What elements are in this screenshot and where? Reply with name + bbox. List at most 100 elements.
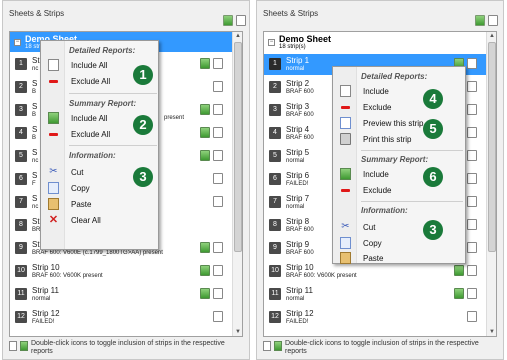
detail-include-icon[interactable] bbox=[467, 265, 477, 276]
strip-name: Strip 9 bbox=[286, 240, 310, 249]
detail-include-icon[interactable] bbox=[213, 58, 223, 69]
collapse-icon[interactable]: − bbox=[268, 39, 275, 46]
sheet-strip-count: 18 strip(s) bbox=[279, 44, 306, 50]
summary-include-icon[interactable] bbox=[200, 288, 210, 299]
detail-include-icon[interactable] bbox=[467, 127, 477, 138]
strip-result: normal bbox=[286, 158, 305, 164]
exclude-summary[interactable]: Exclude bbox=[335, 183, 460, 198]
detail-include-icon[interactable] bbox=[213, 150, 223, 161]
badge-2: 2 bbox=[133, 115, 153, 135]
paste-item[interactable]: Paste bbox=[335, 251, 460, 266]
detail-page-icon[interactable] bbox=[236, 15, 246, 26]
menu-detailed-title: Detailed Reports: bbox=[69, 46, 136, 55]
strip-number: 4 bbox=[269, 127, 281, 139]
menu-summary-title: Summary Report: bbox=[69, 99, 137, 108]
detail-include-icon[interactable] bbox=[467, 196, 477, 207]
detail-include-icon[interactable] bbox=[213, 288, 223, 299]
detail-include-icon[interactable] bbox=[467, 242, 477, 253]
strip-result: B bbox=[32, 112, 37, 118]
badge-5: 5 bbox=[423, 119, 443, 139]
strip-row[interactable]: 11 Strip 11 normal bbox=[264, 284, 487, 305]
strip-number: 7 bbox=[269, 196, 281, 208]
strip-row[interactable]: 10 Strip 10 BRAF 600: V600K present bbox=[10, 261, 233, 282]
strip-number: 3 bbox=[15, 104, 27, 116]
strip-name: S bbox=[32, 148, 38, 157]
strip-result: normal bbox=[32, 296, 51, 302]
badge-3: 3 bbox=[133, 167, 153, 187]
detail-include-icon[interactable] bbox=[467, 311, 477, 322]
detail-include-icon[interactable] bbox=[467, 81, 477, 92]
detail-include-icon[interactable] bbox=[213, 173, 223, 184]
strip-number: 9 bbox=[269, 242, 281, 254]
strip-name: Strip 8 bbox=[286, 217, 310, 226]
summary-include-icon[interactable] bbox=[200, 242, 210, 253]
detail-include-icon[interactable] bbox=[213, 81, 223, 92]
paste-item[interactable]: Paste bbox=[43, 197, 153, 212]
sheet-header[interactable]: − Demo Sheet 18 strip(s) bbox=[264, 32, 487, 52]
strip-name: Strip 5 bbox=[286, 148, 310, 157]
summary-include-icon[interactable] bbox=[200, 150, 210, 161]
scroll-down-icon[interactable]: ▼ bbox=[234, 328, 242, 336]
strip-result: BRAF 600 bbox=[286, 135, 314, 141]
detail-include-icon[interactable] bbox=[213, 127, 223, 138]
scissors-icon: ✂ bbox=[49, 166, 58, 177]
collapse-icon[interactable]: − bbox=[14, 39, 21, 46]
detail-page-icon[interactable] bbox=[488, 15, 498, 26]
red-x-icon: ✕ bbox=[48, 214, 59, 226]
strip-result: nc bbox=[32, 158, 39, 164]
summary-toggle-icon[interactable] bbox=[223, 15, 233, 26]
scrollbar[interactable]: ▲ ▼ bbox=[486, 32, 496, 336]
strip-name: Strip 4 bbox=[286, 125, 310, 134]
strip-number: 2 bbox=[15, 81, 27, 93]
strip-number: 5 bbox=[15, 150, 27, 162]
scroll-thumb[interactable] bbox=[488, 42, 496, 252]
detail-include-icon[interactable] bbox=[467, 150, 477, 161]
strip-row[interactable]: 11 Strip 11 normal bbox=[10, 284, 233, 305]
detail-include-icon[interactable] bbox=[213, 242, 223, 253]
menu-summary-title: Summary Report: bbox=[361, 155, 429, 164]
clipboard-icon bbox=[340, 252, 351, 264]
strip-result: B bbox=[32, 135, 37, 141]
strip-name: S bbox=[32, 125, 38, 134]
strip-row[interactable]: 12 Strip 12 FAILED! bbox=[10, 307, 233, 328]
scroll-up-icon[interactable]: ▲ bbox=[234, 32, 242, 40]
summary-include-icon[interactable] bbox=[200, 127, 210, 138]
strip-number: 9 bbox=[15, 242, 27, 254]
detail-include-icon[interactable] bbox=[213, 104, 223, 115]
detail-include-icon[interactable] bbox=[213, 311, 223, 322]
summary-include-icon[interactable] bbox=[200, 265, 210, 276]
strip-name: Strip 10 bbox=[286, 263, 314, 272]
strip-row[interactable]: 12 Strip 12 FAILED! bbox=[264, 307, 487, 328]
strip-result: FAILED! bbox=[286, 181, 309, 187]
strip-number: 8 bbox=[15, 219, 27, 231]
scroll-down-icon[interactable]: ▼ bbox=[488, 328, 496, 336]
summary-include-icon[interactable] bbox=[200, 58, 210, 69]
copy-icon bbox=[48, 182, 59, 194]
strip-number: 11 bbox=[269, 288, 281, 300]
summary-include-icon[interactable] bbox=[200, 104, 210, 115]
clipboard-icon bbox=[48, 198, 59, 210]
detail-include-icon[interactable] bbox=[467, 58, 477, 69]
scrollbar[interactable]: ▲ ▼ bbox=[232, 32, 242, 336]
strip-name: St bbox=[32, 56, 40, 65]
summary-include-icon[interactable] bbox=[454, 265, 464, 276]
clear-all-item[interactable]: ✕ Clear All bbox=[43, 213, 153, 228]
summary-include-icon[interactable] bbox=[454, 288, 464, 299]
copy-icon bbox=[340, 237, 351, 249]
scroll-thumb[interactable] bbox=[234, 42, 242, 252]
detail-include-icon[interactable] bbox=[467, 219, 477, 230]
copy-item[interactable]: Copy bbox=[335, 236, 460, 251]
green-report-icon bbox=[20, 341, 28, 351]
strip-result: B bbox=[32, 89, 37, 95]
summary-toggle-icon[interactable] bbox=[475, 15, 485, 26]
strip-name: Strip 12 bbox=[286, 309, 314, 318]
badge-6: 6 bbox=[423, 167, 443, 187]
detail-include-icon[interactable] bbox=[467, 104, 477, 115]
detail-include-icon[interactable] bbox=[213, 265, 223, 276]
detail-include-icon[interactable] bbox=[213, 196, 223, 207]
scroll-up-icon[interactable]: ▲ bbox=[488, 32, 496, 40]
left-context-menu: Detailed Reports: Include All Exclude Al… bbox=[40, 40, 159, 250]
detail-include-icon[interactable] bbox=[467, 173, 477, 184]
strip-name: Strip 11 bbox=[32, 286, 59, 295]
detail-include-icon[interactable] bbox=[467, 288, 477, 299]
